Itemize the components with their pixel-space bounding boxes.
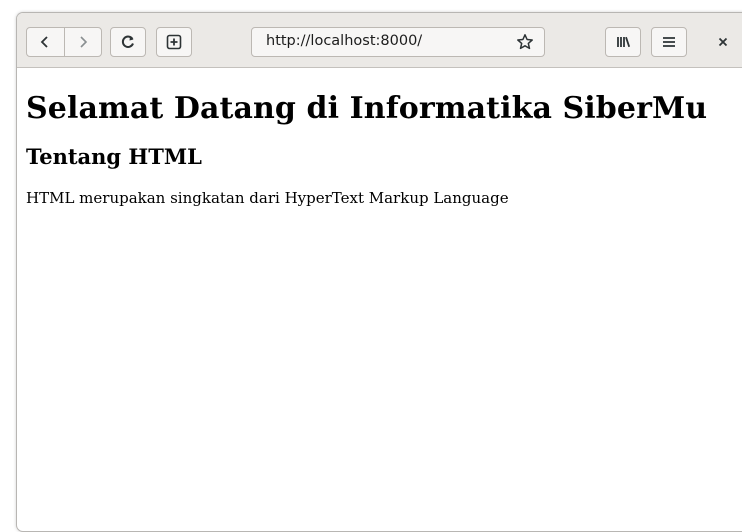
back-button[interactable]	[27, 28, 65, 56]
star-icon[interactable]	[516, 33, 534, 51]
browser-window: http://localhost:8000/ Selamat Datang di…	[16, 12, 742, 532]
forward-button[interactable]	[65, 28, 102, 56]
back-icon	[40, 36, 48, 48]
new-tab-button[interactable]	[156, 27, 192, 57]
new-tab-icon	[166, 34, 182, 50]
close-icon	[718, 37, 728, 47]
browser-toolbar: http://localhost:8000/	[17, 13, 742, 68]
url-text: http://localhost:8000/	[266, 33, 423, 49]
paragraph-text: HTML merupakan singkatan dari HyperText …	[26, 189, 509, 207]
page-heading: Selamat Datang di Informatika SiberMu	[26, 91, 708, 126]
library-button[interactable]	[605, 27, 641, 57]
library-icon	[617, 36, 631, 48]
reload-icon	[121, 35, 134, 48]
address-bar[interactable]: http://localhost:8000/	[251, 27, 545, 57]
page-content: Selamat Datang di Informatika SiberMu Te…	[26, 91, 742, 207]
hamburger-menu-icon	[663, 37, 675, 47]
navigation-buttons	[26, 27, 102, 57]
forward-icon	[80, 36, 87, 48]
menu-button[interactable]	[651, 27, 687, 57]
section-heading: Tentang HTML	[26, 144, 202, 169]
close-button[interactable]	[713, 32, 733, 52]
reload-button[interactable]	[110, 27, 146, 57]
